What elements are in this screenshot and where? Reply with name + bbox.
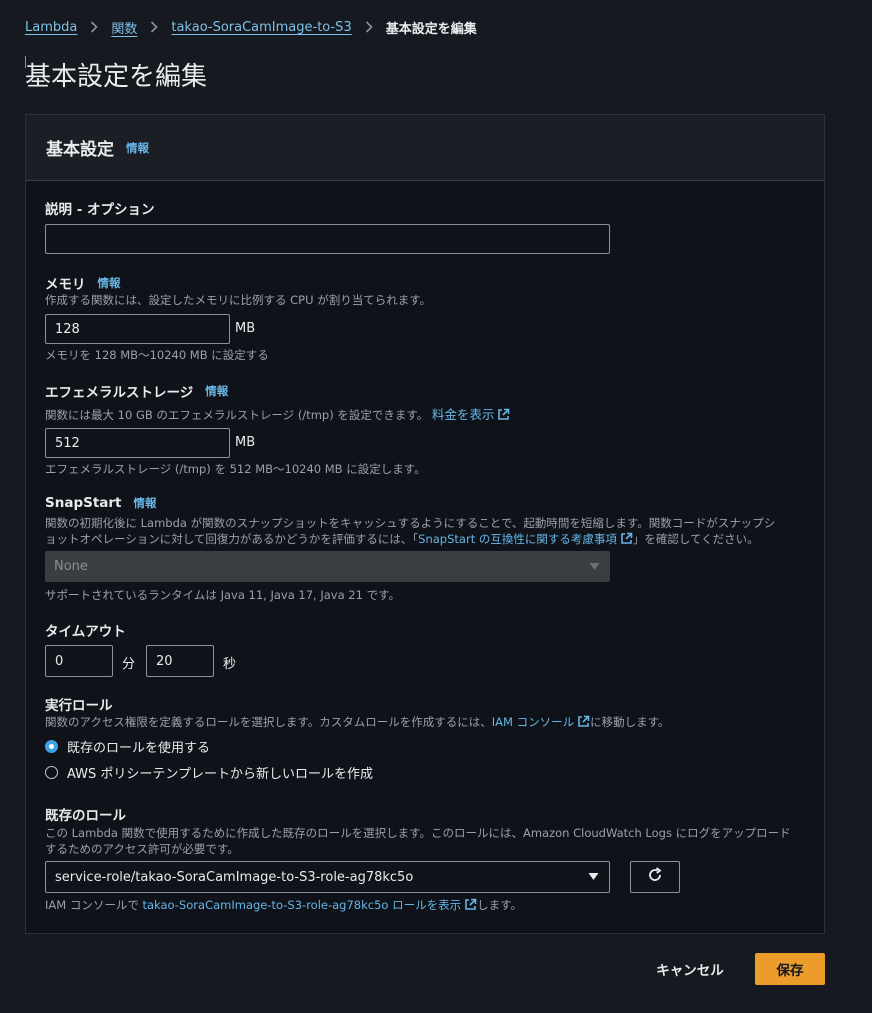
breadcrumb-functions[interactable]: 関数	[111, 18, 137, 37]
existing-role-help-line1: この Lambda 関数で使用するために作成した既存のロールを選択します。このロ…	[45, 826, 791, 840]
radio-create-from-template[interactable]: AWS ポリシーテンプレートから新しいロールを作成	[45, 763, 373, 782]
panel-header: 基本設定 情報	[26, 115, 824, 181]
pricing-link-text[interactable]: 料金を表示	[432, 407, 495, 422]
snapstart-info-link[interactable]: 情報	[134, 495, 157, 511]
timeout-minutes-input[interactable]	[45, 645, 113, 677]
timeout-label-text: タイムアウト	[45, 624, 126, 640]
snapstart-link-text[interactable]: SnapStart の互換性に関する考慮事項	[418, 532, 617, 546]
memory-constraint: メモリを 128 MB〜10240 MB に設定する	[45, 348, 269, 362]
ephemeral-help-text: 関数には最大 10 GB のエフェメラルストレージ (/tmp) を設定できます…	[45, 408, 429, 422]
external-link-icon	[620, 532, 633, 548]
external-link-icon	[464, 898, 477, 914]
cancel-button[interactable]: キャンセル	[645, 953, 735, 985]
snapstart-select-value: None	[54, 559, 88, 574]
ephemeral-input[interactable]	[45, 428, 230, 458]
exec-role-help-post: に移動します。	[590, 715, 670, 729]
existing-role-footer-pre: IAM コンソールで	[45, 898, 143, 912]
snapstart-select[interactable]: None	[45, 551, 610, 582]
snapstart-help-pre: ョットオペレーションに対して回復力があるかどうかを評価するには、「	[45, 532, 419, 546]
snapstart-runtimes: サポートされているランタイムは Java 11, Java 17, Java 2…	[45, 588, 400, 602]
caret-down-icon	[589, 559, 600, 574]
snapstart-label-text: SnapStart	[45, 495, 122, 511]
memory-label: メモリ 情報	[45, 273, 121, 293]
existing-role-footer-post: します。	[477, 898, 522, 912]
view-role-link[interactable]: takao-SoraCamImage-to-S3-role-ag78kc5o ロ…	[143, 898, 478, 912]
snapstart-considerations-link[interactable]: SnapStart の互換性に関する考慮事項	[418, 532, 633, 546]
chevron-right-icon	[137, 21, 171, 33]
timeout-minutes-unit: 分	[122, 657, 136, 672]
external-link-icon	[577, 715, 590, 731]
exec-role-label-text: 実行ロール	[45, 698, 113, 714]
timeout-seconds-unit: 秒	[223, 657, 237, 672]
snapstart-help-line1: 関数の初期化後に Lambda が関数のスナップショットをキャッシュするようにす…	[45, 516, 776, 530]
breadcrumb-function-name[interactable]: takao-SoraCamImage-to-S3	[171, 20, 351, 35]
description-label: 説明 - オプション	[45, 198, 155, 218]
iam-console-link-text[interactable]: IAM コンソール	[492, 715, 574, 729]
exec-role-label: 実行ロール	[45, 694, 113, 714]
radio-use-existing-role-label: 既存のロールを使用する	[67, 741, 211, 756]
refresh-icon	[647, 867, 663, 887]
existing-role-footer: IAM コンソールで takao-SoraCamImage-to-S3-role…	[45, 897, 522, 914]
chevron-right-icon	[352, 21, 386, 33]
radio-use-existing-role[interactable]: 既存のロールを使用する	[45, 737, 210, 756]
ephemeral-help: 関数には最大 10 GB のエフェメラルストレージ (/tmp) を設定できます…	[45, 404, 510, 424]
ephemeral-unit: MB	[235, 435, 256, 450]
radio-unselected-icon[interactable]	[45, 766, 58, 779]
breadcrumb: Lambda 関数 takao-SoraCamImage-to-S3 基本設定を…	[25, 17, 477, 37]
memory-info-link[interactable]: 情報	[98, 275, 121, 291]
panel-title: 基本設定	[46, 140, 114, 160]
view-role-link-text[interactable]: takao-SoraCamImage-to-S3-role-ag78kc5o ロ…	[143, 898, 462, 912]
breadcrumb-lambda[interactable]: Lambda	[25, 20, 77, 35]
ephemeral-info-link[interactable]: 情報	[205, 383, 228, 399]
exec-role-help: 関数のアクセス権限を定義するロールを選択します。カスタムロールを作成するには、I…	[45, 714, 669, 731]
timeout-seconds-input[interactable]	[146, 645, 214, 677]
external-link-icon	[497, 408, 510, 424]
description-label-text: 説明 - オプション	[45, 202, 155, 218]
memory-input[interactable]	[45, 314, 230, 344]
snapstart-help-post: 」を確認してください。	[632, 532, 759, 546]
page: Lambda 関数 takao-SoraCamImage-to-S3 基本設定を…	[0, 0, 872, 1013]
pricing-link[interactable]: 料金を表示	[432, 407, 511, 422]
iam-console-link[interactable]: IAM コンソール	[492, 715, 590, 729]
existing-role-select[interactable]: service-role/takao-SoraCamImage-to-S3-ro…	[45, 861, 610, 893]
snapstart-label: SnapStart 情報	[45, 495, 157, 511]
memory-help: 作成する関数には、設定したメモリに比例する CPU が割り当てられます。	[45, 293, 432, 307]
ephemeral-label: エフェメラルストレージ 情報	[45, 381, 228, 401]
breadcrumb-current: 基本設定を編集	[385, 21, 477, 37]
existing-role-label-text: 既存のロール	[45, 808, 126, 824]
existing-role-select-value: service-role/takao-SoraCamImage-to-S3-ro…	[55, 869, 414, 885]
existing-role-help-line2: するためのアクセス許可が必要です。	[45, 842, 239, 856]
timeout-label: タイムアウト	[45, 620, 126, 640]
radio-create-from-template-label: AWS ポリシーテンプレートから新しいロールを作成	[67, 767, 374, 782]
caret-down-icon	[588, 870, 599, 885]
existing-role-label: 既存のロール	[45, 804, 126, 824]
description-input[interactable]	[45, 224, 610, 254]
panel-info-link[interactable]: 情報	[126, 140, 149, 156]
memory-label-text: メモリ	[45, 277, 86, 293]
exec-role-help-pre: 関数のアクセス権限を定義するロールを選択します。カスタムロールを作成するには、	[45, 715, 492, 729]
save-button[interactable]: 保存	[755, 953, 825, 985]
ephemeral-constraint: エフェメラルストレージ (/tmp) を 512 MB〜10240 MB に設定…	[45, 462, 426, 476]
ephemeral-label-text: エフェメラルストレージ	[45, 385, 194, 401]
snapstart-help-line2: ョットオペレーションに対して回復力があるかどうかを評価するには、「SnapSta…	[45, 531, 759, 548]
memory-unit: MB	[235, 321, 256, 336]
chevron-right-icon	[77, 21, 111, 33]
page-title: 基本設定を編集	[25, 62, 208, 92]
refresh-button[interactable]	[630, 861, 680, 893]
radio-selected-icon[interactable]	[45, 740, 58, 753]
